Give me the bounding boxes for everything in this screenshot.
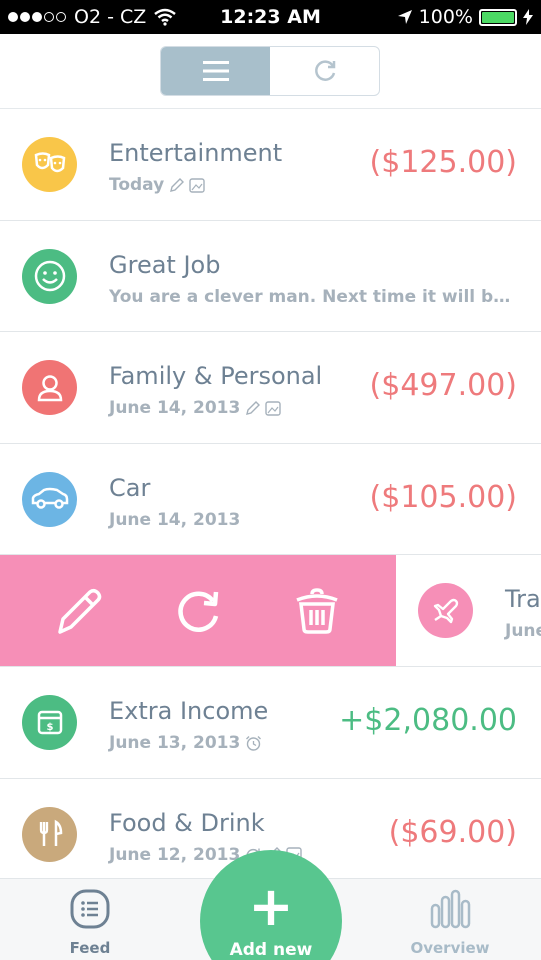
list-item[interactable]: Great Job You are a clever man. Next tim… bbox=[0, 220, 541, 333]
transaction-date-text: June 13, 2013 bbox=[109, 732, 241, 753]
view-segmented-control bbox=[160, 46, 380, 96]
transaction-title: Extra Income bbox=[109, 696, 269, 725]
plus-icon: + bbox=[248, 875, 294, 938]
edit-button[interactable] bbox=[49, 581, 109, 641]
menu-list-icon bbox=[202, 61, 229, 81]
tab-overview[interactable]: Overview bbox=[390, 889, 510, 957]
trash-icon bbox=[295, 587, 338, 634]
svg-text:$: $ bbox=[46, 722, 53, 733]
list-view-tab[interactable] bbox=[161, 47, 270, 95]
transaction-amount: +$2,080.00 bbox=[339, 702, 517, 738]
person-icon bbox=[22, 360, 77, 416]
image-icon bbox=[189, 177, 205, 193]
refresh-icon bbox=[314, 60, 335, 81]
repeat-button[interactable] bbox=[168, 581, 228, 641]
transaction-date-text: June 12, 2013 bbox=[109, 844, 241, 865]
carrier-label: O2 - CZ bbox=[74, 6, 147, 28]
battery-percent: 100% bbox=[418, 6, 473, 28]
signal-strength-icon bbox=[8, 12, 66, 22]
tab-overview-label: Overview bbox=[410, 939, 490, 957]
refresh-icon bbox=[178, 591, 219, 632]
transaction-title: Car bbox=[109, 473, 151, 502]
transaction-date-text: June bbox=[505, 621, 541, 642]
list-item[interactable]: Entertainment Today ($125.00) bbox=[0, 109, 541, 221]
transaction-title: Family & Personal bbox=[109, 362, 323, 391]
theater-masks-icon bbox=[22, 137, 77, 192]
list-item[interactable]: Car June 14, 2013 ($105.00) bbox=[0, 443, 541, 556]
delete-button[interactable] bbox=[287, 581, 347, 641]
pencil-icon bbox=[246, 400, 261, 415]
bar-chart-icon bbox=[430, 889, 471, 929]
feed-list-icon bbox=[70, 889, 110, 929]
transaction-date: Today bbox=[109, 175, 205, 195]
tab-feed[interactable]: Feed bbox=[30, 889, 150, 957]
cash-register-icon: $ bbox=[22, 694, 77, 750]
add-new-label: Add new bbox=[229, 940, 313, 960]
transaction-date: June 13, 2013 bbox=[109, 733, 262, 753]
list-item-swiped[interactable]: Tra June bbox=[0, 555, 541, 667]
transaction-date-text: June 14, 2013 bbox=[109, 398, 241, 419]
pencil-icon bbox=[170, 177, 185, 192]
transaction-title: Tra bbox=[505, 585, 541, 614]
transaction-list: Entertainment Today ($125.00) Great Job … bbox=[0, 109, 541, 891]
smiley-icon bbox=[22, 248, 77, 304]
pencil-icon bbox=[58, 588, 102, 634]
transaction-title: Entertainment bbox=[109, 139, 283, 167]
charging-bolt-icon bbox=[523, 9, 533, 25]
transaction-date: June 14, 2013 bbox=[109, 510, 240, 530]
transaction-amount: ($105.00) bbox=[369, 479, 517, 515]
transaction-message: You are a clever man. Next time it will … bbox=[109, 286, 519, 307]
transaction-title: Great Job bbox=[109, 250, 221, 279]
airplane-icon bbox=[418, 583, 473, 639]
recurring-view-tab[interactable] bbox=[270, 47, 379, 95]
location-arrow-icon bbox=[397, 10, 412, 24]
wifi-icon bbox=[154, 8, 177, 26]
list-item[interactable]: Family & Personal June 14, 2013 ($497.00… bbox=[0, 332, 541, 444]
car-icon bbox=[22, 471, 77, 527]
battery-icon bbox=[479, 8, 517, 26]
alarm-clock-icon bbox=[246, 735, 262, 751]
transaction-amount: ($69.00) bbox=[388, 814, 517, 850]
list-item[interactable]: $ Extra Income June 13, 2013 +$2,080.00 bbox=[0, 666, 541, 779]
status-bar: O2 - CZ 12:23 AM 100% bbox=[0, 0, 541, 34]
transaction-amount: ($497.00) bbox=[369, 368, 517, 404]
transaction-date: June bbox=[505, 621, 541, 641]
transaction-date-text: Today bbox=[109, 175, 165, 195]
transaction-amount: ($125.00) bbox=[369, 145, 517, 180]
tab-feed-label: Feed bbox=[69, 939, 111, 957]
image-icon bbox=[265, 400, 282, 416]
swipe-actions bbox=[0, 555, 396, 666]
transaction-date-text: June 14, 2013 bbox=[109, 509, 241, 530]
transaction-date: June 14, 2013 bbox=[109, 398, 282, 419]
transaction-title: Food & Drink bbox=[109, 808, 265, 837]
fork-knife-icon bbox=[22, 806, 77, 862]
